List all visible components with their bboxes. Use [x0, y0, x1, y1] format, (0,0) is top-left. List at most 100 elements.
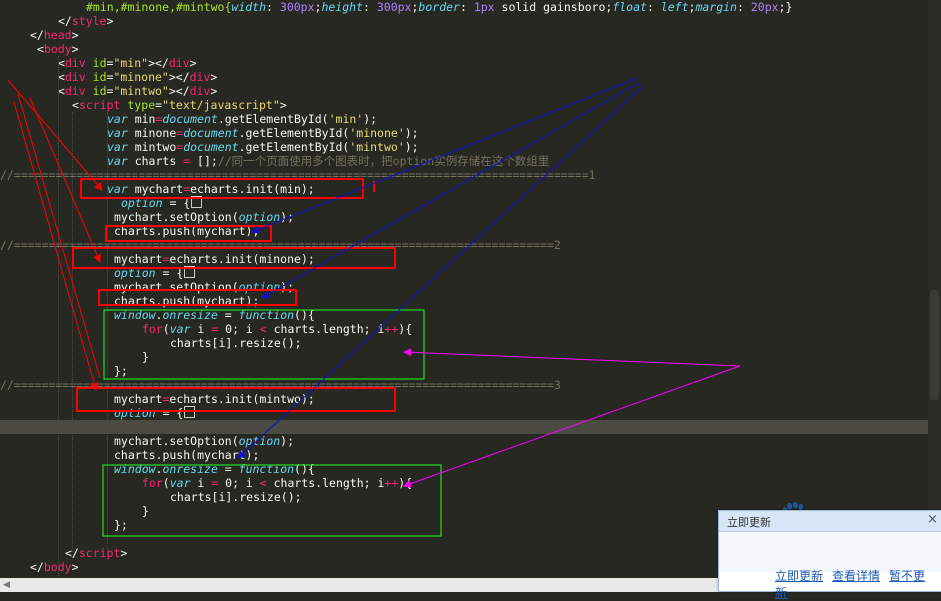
- code-token: <: [58, 56, 65, 70]
- code-token: =: [217, 308, 239, 322]
- code-token: >: [210, 84, 218, 98]
- code-token: ;}: [778, 0, 793, 14]
- code-token: ></: [168, 70, 190, 84]
- code-token: .getElementById(: [217, 112, 329, 126]
- code-text: charts[i].resize();: [170, 490, 302, 504]
- code-token: <: [58, 84, 65, 98]
- code-token: </: [58, 14, 72, 28]
- code-token: for: [142, 476, 163, 490]
- code-text: mychart.setOption(option);: [114, 434, 294, 448]
- code-token: onresize: [162, 462, 218, 476]
- current-line-highlight: [0, 420, 941, 434]
- code-token: document: [183, 126, 239, 140]
- update-now-link[interactable]: 立即更新: [775, 569, 823, 583]
- code-token: <: [259, 322, 267, 336]
- code-token: = {: [155, 266, 184, 280]
- code-token: charts.push(mychart);: [114, 224, 260, 238]
- code-token: document: [162, 112, 218, 126]
- code-token: <: [259, 476, 267, 490]
- code-token: window: [114, 308, 156, 322]
- code-token: </: [30, 560, 44, 574]
- code-token: >: [71, 560, 79, 574]
- code-token: option: [114, 266, 156, 280]
- code-token: //======================================…: [0, 168, 596, 182]
- code-token: i: [190, 476, 212, 490]
- code-token: solid gainsboro;: [494, 0, 613, 14]
- code-token: charts: [127, 154, 184, 168]
- code-token: </: [30, 28, 44, 42]
- code-text: <div id="mintwo"></div>: [58, 84, 217, 98]
- code-token: onresize: [162, 308, 218, 322]
- code-token: (){: [294, 308, 315, 322]
- code-token: ){: [398, 322, 413, 336]
- code-token: //======================================…: [0, 378, 561, 392]
- code-token: };: [114, 364, 128, 378]
- view-details-link[interactable]: 查看详情: [832, 569, 880, 583]
- code-token: style: [71, 14, 107, 28]
- fold-marker-icon[interactable]: [184, 406, 196, 418]
- code-token: 0; i: [218, 322, 260, 336]
- code-token: id: [92, 84, 107, 98]
- code-text: </script>: [65, 546, 127, 560]
- code-token: :: [459, 0, 474, 14]
- popup-header: 立即更新 ×: [719, 511, 941, 532]
- code-token: :: [736, 0, 751, 14]
- code-text: charts[i].resize();: [170, 336, 302, 350]
- code-token: 300px: [376, 0, 412, 14]
- code-text: </style>: [58, 14, 113, 28]
- code-token: script: [78, 546, 121, 560]
- code-text: var charts = [];//同一个页面使用多个图表时，把option实例…: [107, 154, 549, 168]
- code-token: charts.push(mychart);: [114, 294, 260, 308]
- code-token: var: [107, 154, 128, 168]
- code-token: charts[i].resize();: [170, 490, 302, 504]
- code-editor[interactable]: #min,#minone,#mintwo{width: 300px;height…: [0, 0, 941, 578]
- indent-guide: [107, 112, 108, 552]
- scroll-left-icon[interactable]: ◀: [3, 580, 10, 590]
- code-token: :: [363, 0, 377, 14]
- code-token: charts[i].resize();: [170, 336, 302, 350]
- code-token: left: [660, 0, 689, 14]
- code-token: id: [92, 56, 107, 70]
- fold-marker-icon[interactable]: [191, 196, 203, 208]
- code-token: );: [280, 280, 295, 294]
- code-text: charts.push(mychart);: [114, 448, 259, 462]
- code-token: 0; i: [218, 476, 260, 490]
- scrollbar-thumb[interactable]: [930, 290, 939, 400]
- code-text: for(var i = 0; i < charts.length; i++){: [142, 476, 412, 490]
- code-token: mychart.setOption(: [114, 280, 239, 294]
- code-text: //======================================…: [0, 168, 595, 182]
- vertical-scrollbar[interactable]: [928, 0, 941, 578]
- code-text: #min,#minone,#mintwo{width: 300px;height…: [86, 0, 792, 14]
- code-token: minone: [127, 126, 177, 140]
- close-icon[interactable]: ×: [927, 512, 938, 527]
- code-token: >: [210, 70, 218, 84]
- code-token: (: [162, 322, 170, 336]
- code-token: option: [238, 280, 281, 294]
- code-token: ++: [384, 322, 399, 336]
- popup-actions: 立即更新 查看详情 暂不更新: [775, 567, 941, 601]
- code-text: };: [114, 364, 128, 378]
- code-token: >: [279, 98, 287, 112]
- update-notification-popup: 立即更新 × 立即更新 查看详情 暂不更新: [718, 510, 941, 600]
- code-text: option = {: [114, 266, 196, 280]
- code-token: >: [106, 14, 114, 28]
- code-token: >: [189, 56, 197, 70]
- code-text: <body>: [37, 42, 79, 56]
- code-token: function: [238, 462, 295, 476]
- popup-title: 立即更新: [727, 516, 771, 529]
- popup-body: [719, 532, 941, 572]
- code-text: };: [114, 518, 128, 532]
- code-token: div: [64, 70, 86, 84]
- fold-marker-icon[interactable]: [184, 266, 196, 278]
- code-text: option = {: [121, 196, 203, 210]
- code-token: mintwo: [127, 140, 177, 154]
- code-token: "minone": [113, 70, 169, 84]
- code-text: var min=document.getElementById('min');: [107, 112, 377, 126]
- code-token: charts.length; i: [266, 476, 385, 490]
- code-token: (){: [294, 462, 315, 476]
- code-token: );: [404, 126, 419, 140]
- code-token: option: [114, 406, 156, 420]
- code-text: var mintwo=document.getElementById('mint…: [107, 140, 419, 154]
- code-token: >: [120, 546, 128, 560]
